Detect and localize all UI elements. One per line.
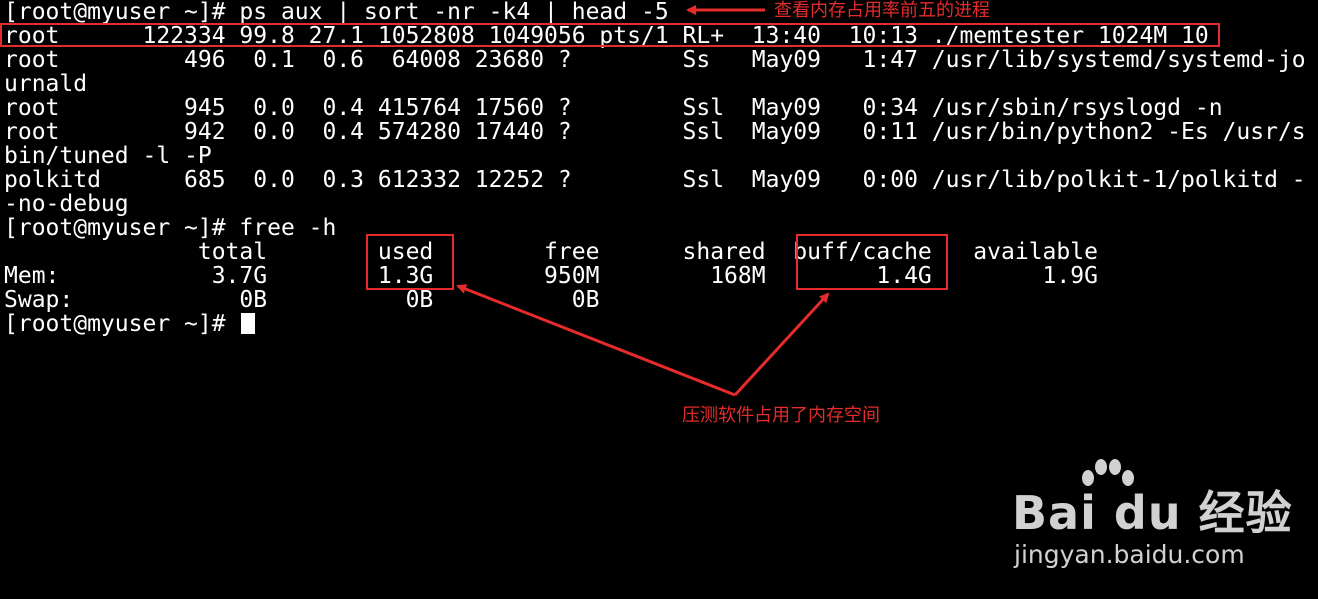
baidu-logo-text: Bai du 经验 — [1012, 486, 1293, 540]
buff-cache-arrow — [733, 292, 830, 397]
watermark-url: jingyan.baidu.com — [1014, 540, 1245, 569]
top-annotation-note: 查看内存占用率前五的进程 — [774, 0, 990, 21]
terminal-window[interactable]: [root@myuser ~]# ps aux | sort -nr -k4 |… — [0, 0, 1318, 599]
used-arrow — [456, 284, 736, 397]
bottom-annotation-note: 压测软件占用了内存空间 — [682, 405, 880, 426]
